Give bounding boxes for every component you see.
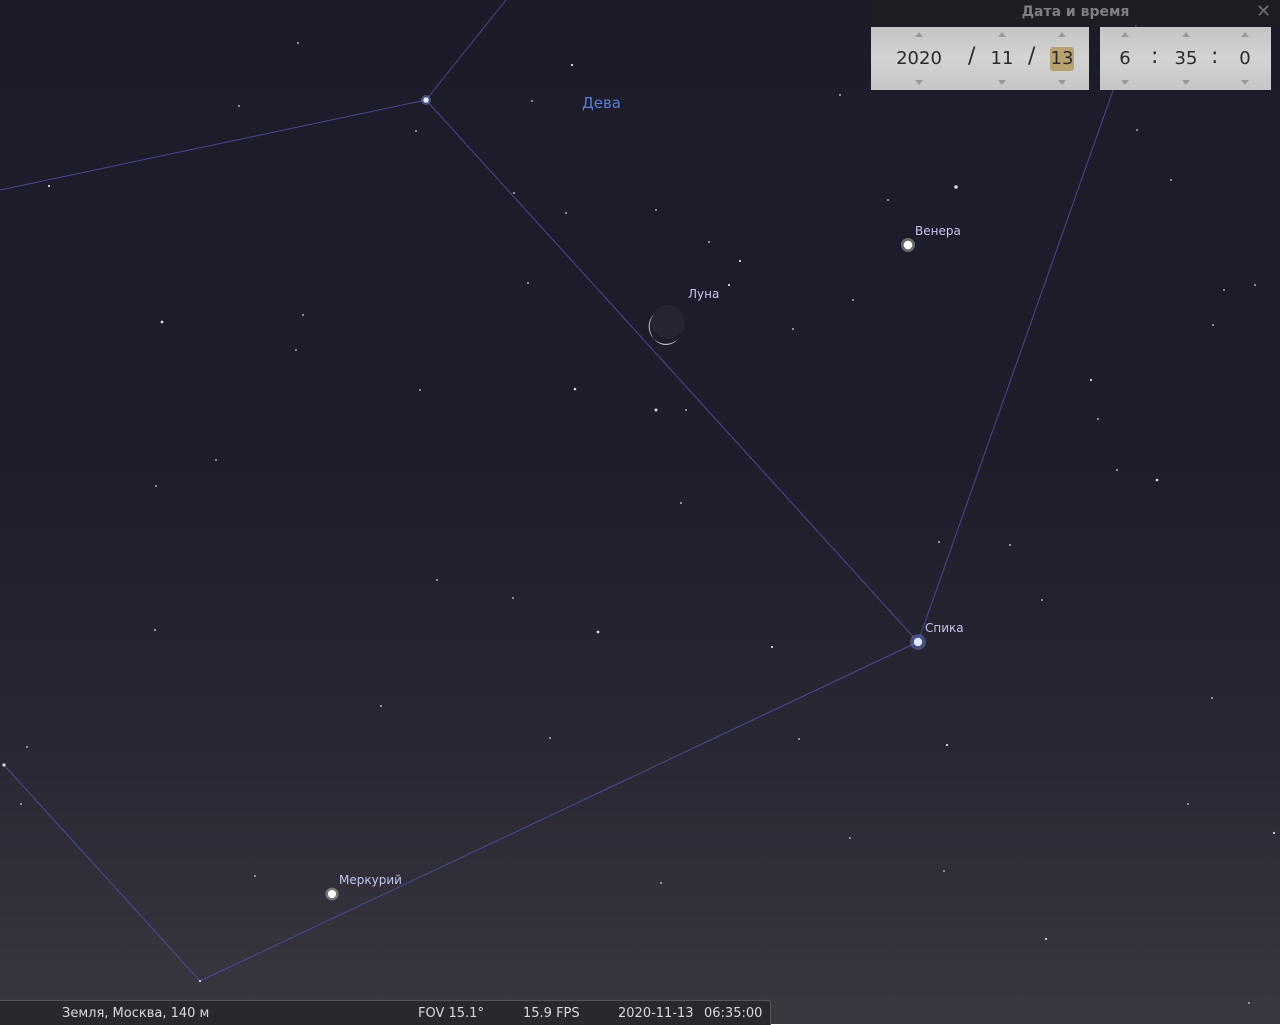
fov-text: FOV 15.1° (418, 1006, 484, 1021)
year-up-arrow-icon[interactable] (915, 32, 923, 37)
moon (648, 305, 685, 346)
second-down-arrow-icon[interactable] (1241, 80, 1249, 85)
second-field[interactable]: 0 (1230, 27, 1260, 90)
star (423, 97, 429, 103)
year-field[interactable]: 2020 (893, 27, 945, 90)
minute-down-arrow-icon[interactable] (1182, 80, 1190, 85)
second-value[interactable]: 0 (1230, 47, 1260, 71)
constellation-lines (0, 0, 1146, 982)
date-box: 2020 / 11 / 13 (871, 27, 1089, 90)
constellation-label-virgo[interactable]: Дева (582, 94, 621, 112)
minute-field[interactable]: 35 (1170, 27, 1202, 90)
star-spica (913, 637, 923, 647)
hour-value[interactable]: 6 (1110, 47, 1140, 71)
constellation-line (3, 764, 201, 982)
year-value[interactable]: 2020 (893, 47, 945, 71)
object-label-spica[interactable]: Спика (925, 621, 964, 635)
object-label-venus[interactable]: Венера (915, 224, 961, 238)
status-bar: Земля, Москва, 140 м FOV 15.1° 15.9 FPS … (0, 1000, 771, 1025)
time-text: 06:35:00 (704, 1006, 763, 1021)
fps-text: 15.9 FPS (523, 1006, 580, 1021)
hour-down-arrow-icon[interactable] (1121, 80, 1129, 85)
date-separator: / (968, 44, 976, 69)
datetime-dialog: Дата и время ✕ 2020 / 11 / 13 6 : 35: 0 (871, 0, 1280, 92)
planet-mercury (328, 890, 336, 898)
day-up-arrow-icon[interactable] (1058, 32, 1066, 37)
constellation-line (0, 99, 427, 191)
object-label-moon[interactable]: Луна (688, 287, 719, 301)
date-separator: / (1028, 44, 1036, 69)
constellation-line (917, 0, 1146, 643)
sky-svg (0, 0, 1276, 1004)
time-box: 6 : 35 : 0 (1100, 27, 1271, 90)
time-separator: : (1151, 44, 1159, 69)
day-field[interactable]: 13 (1046, 27, 1078, 90)
month-down-arrow-icon[interactable] (998, 80, 1006, 85)
object-label-mercury[interactable]: Меркурий (339, 873, 402, 887)
time-separator: : (1211, 44, 1219, 69)
minute-value[interactable]: 35 (1170, 47, 1202, 71)
close-icon[interactable]: ✕ (1256, 3, 1272, 21)
sky-view[interactable]: Дева Венера Луна Спика Меркурий (0, 0, 1280, 1024)
faint-stars (2, 42, 1276, 1004)
hour-field[interactable]: 6 (1110, 27, 1140, 90)
month-up-arrow-icon[interactable] (998, 32, 1006, 37)
month-field[interactable]: 11 (985, 27, 1019, 90)
minute-up-arrow-icon[interactable] (1182, 32, 1190, 37)
hour-up-arrow-icon[interactable] (1121, 32, 1129, 37)
constellation-line (199, 641, 919, 982)
date-text: 2020-11-13 (618, 1006, 694, 1021)
month-value[interactable]: 11 (985, 47, 1019, 71)
dialog-title[interactable]: Дата и время (871, 0, 1280, 25)
second-up-arrow-icon[interactable] (1241, 32, 1249, 37)
day-value[interactable]: 13 (1050, 47, 1074, 71)
planet-venus (903, 240, 913, 250)
day-down-arrow-icon[interactable] (1058, 80, 1066, 85)
location-text: Земля, Москва, 140 м (62, 1006, 210, 1021)
constellation-line (425, 99, 919, 643)
constellation-line (425, 0, 507, 101)
year-down-arrow-icon[interactable] (915, 80, 923, 85)
